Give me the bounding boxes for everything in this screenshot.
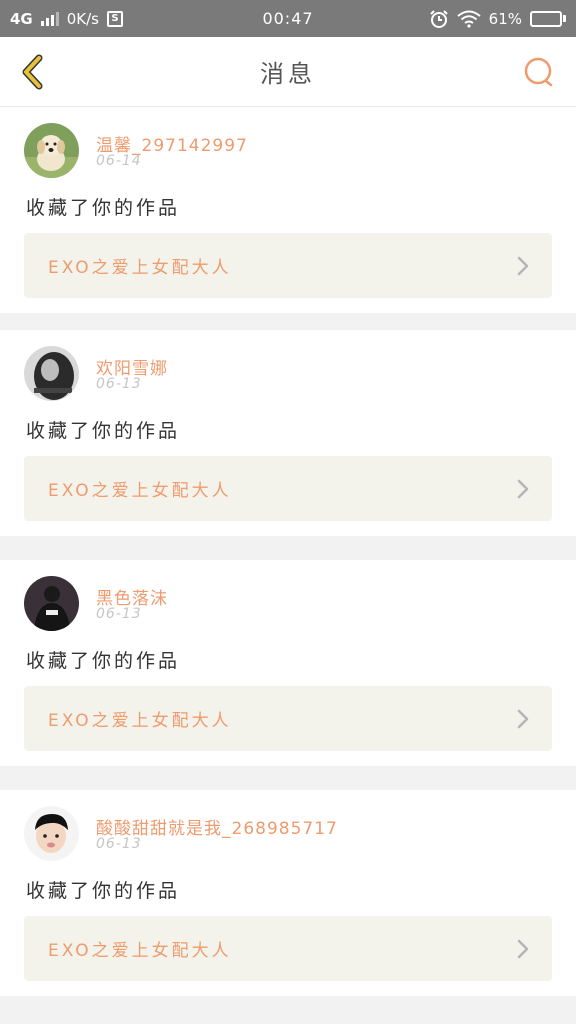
chevron-right-icon (517, 256, 529, 276)
avatar[interactable] (24, 123, 79, 178)
work-title: EXO之爱上女配大人 (48, 941, 232, 961)
network-speed: 0K/s (66, 9, 99, 28)
header: 消息 (0, 37, 576, 107)
battery-icon (530, 10, 566, 27)
message-card: 黑色落沫 06-13 收藏了你的作品 EXO之爱上女配大人 (0, 560, 576, 766)
status-left: 4G 0K/s S (10, 10, 123, 28)
action-text: 收藏了你的作品 (26, 197, 181, 219)
message-date: 06-13 (96, 836, 142, 852)
status-bar: 4G 0K/s S 00:47 61% (0, 0, 576, 37)
avatar[interactable] (24, 346, 79, 401)
page-title: 消息 (260, 60, 316, 88)
action-text: 收藏了你的作品 (26, 880, 181, 902)
action-text: 收藏了你的作品 (26, 650, 181, 672)
battery-percent: 61% (488, 9, 522, 28)
chevron-left-icon (22, 54, 43, 90)
status-right: 61% (429, 9, 566, 29)
chevron-right-icon (517, 709, 529, 729)
search-button[interactable] (522, 55, 556, 89)
message-date: 06-14 (96, 153, 142, 169)
work-link[interactable]: EXO之爱上女配大人 (24, 233, 552, 298)
work-link[interactable]: EXO之爱上女配大人 (24, 916, 552, 981)
alarm-icon (429, 9, 448, 28)
message-card: 欢阳雪娜 06-13 收藏了你的作品 EXO之爱上女配大人 (0, 330, 576, 536)
message-date: 06-13 (96, 606, 142, 622)
message-card: 温馨_297142997 06-14 收藏了你的作品 EXO之爱上女配大人 (0, 107, 576, 313)
network-type: 4G (10, 9, 33, 28)
action-text: 收藏了你的作品 (26, 420, 181, 442)
signal-icon (40, 11, 59, 26)
girl-avatar-image (24, 346, 79, 401)
s-notification-icon: S (107, 10, 123, 27)
message-date: 06-13 (96, 376, 142, 392)
work-title: EXO之爱上女配大人 (48, 481, 232, 501)
puppy-avatar-image (24, 123, 79, 178)
work-title: EXO之爱上女配大人 (48, 711, 232, 731)
back-button[interactable] (14, 52, 54, 92)
work-title: EXO之爱上女配大人 (48, 258, 232, 278)
work-link[interactable]: EXO之爱上女配大人 (24, 686, 552, 751)
search-icon (524, 57, 553, 87)
chevron-right-icon (517, 479, 529, 499)
chevron-right-icon (517, 939, 529, 959)
kid-avatar-image (24, 806, 79, 861)
avatar[interactable] (24, 806, 79, 861)
person-avatar-image (24, 576, 79, 631)
avatar[interactable] (24, 576, 79, 631)
work-link[interactable]: EXO之爱上女配大人 (24, 456, 552, 521)
wifi-icon (457, 10, 481, 28)
message-card: 酸酸甜甜就是我_268985717 06-13 收藏了你的作品 EXO之爱上女配… (0, 790, 576, 996)
